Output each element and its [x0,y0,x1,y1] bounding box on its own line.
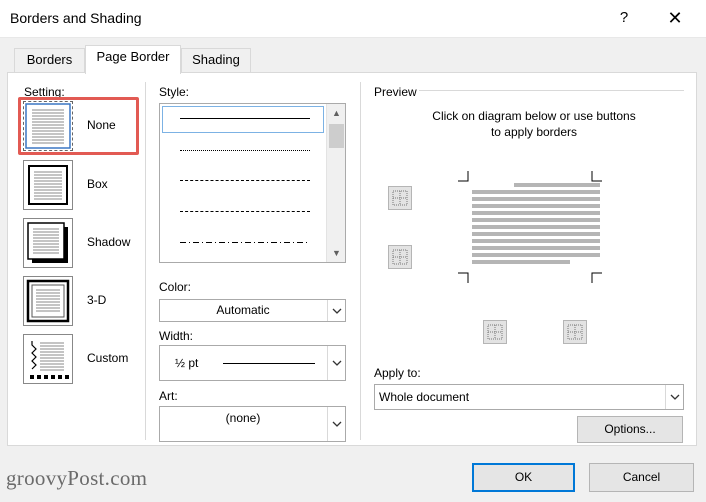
setting-3d-label: 3-D [87,293,107,307]
width-line-sample [223,363,315,364]
setting-custom[interactable]: Custom [23,334,133,386]
style-option-dotted[interactable] [180,150,310,151]
left-border-button[interactable] [483,320,507,344]
setting-shadow[interactable]: Shadow [23,218,133,270]
page-border-panel: Setting: None Box Shadow 3-D Custom Styl… [7,72,697,446]
tab-page-border-label: Page Border [96,49,170,64]
style-option-small-dashed[interactable] [180,180,310,181]
width-label: Width: [159,329,194,343]
top-border-icon [392,190,408,206]
setting-none[interactable]: None [23,101,133,153]
close-button[interactable]: ✕ [661,6,689,30]
art-label: Art: [159,389,178,403]
color-arrow[interactable] [327,300,345,321]
art-value: (none) [225,411,261,425]
scroll-up-icon[interactable]: ▲ [327,104,346,122]
right-border-button[interactable] [563,320,587,344]
top-border-button[interactable] [388,186,412,210]
scroll-down-icon[interactable]: ▼ [327,244,346,262]
preview-diagram[interactable] [456,167,604,287]
setting-box[interactable]: Box [23,160,133,212]
bottom-border-button[interactable] [388,245,412,269]
color-label: Color: [159,280,192,294]
none-setting-icon [23,101,73,151]
setting-3d[interactable]: 3-D [23,276,133,328]
style-listbox[interactable]: ▲ ▼ [159,103,346,263]
right-border-icon [567,324,583,340]
preview-instruction-1: Click on diagram below or use buttons [432,109,636,123]
art-dropdown[interactable]: (none) [159,406,346,442]
width-value: ½ pt [175,356,199,370]
setting-box-label: Box [87,177,108,191]
tab-shading-label: Shading [192,52,240,67]
apply-to-arrow[interactable] [665,385,683,409]
chevron-down-icon [332,360,342,366]
apply-to-label: Apply to: [374,366,421,380]
style-label: Style: [159,85,190,99]
style-option-dashed[interactable] [180,211,310,212]
setting-none-label: None [87,118,116,132]
preview-label: Preview [374,85,417,99]
tab-page-border[interactable]: Page Border [85,45,181,74]
shadow-setting-icon [23,218,73,268]
apply-to-value: Whole document [379,390,470,404]
custom-setting-icon [23,334,73,384]
box-setting-icon [23,160,73,210]
3d-setting-icon [23,276,73,326]
preview-instruction-2: to apply borders [490,125,578,139]
width-arrow[interactable] [327,346,345,380]
style-scrollbar[interactable]: ▲ ▼ [326,104,345,262]
chevron-down-icon [332,308,342,314]
setting-divider [145,82,146,440]
ok-button-label: OK [514,470,533,484]
style-divider [360,82,361,440]
window-title: Borders and Shading [10,10,142,26]
color-dropdown[interactable]: Automatic [159,299,346,322]
color-value: Automatic [216,303,270,317]
style-selection [162,106,324,133]
watermark: groovyPost.com [6,466,148,490]
title-bar: Borders and Shading ? ✕ [0,0,706,38]
chevron-down-icon [332,421,342,427]
setting-shadow-label: Shadow [87,235,131,249]
art-arrow[interactable] [327,407,345,441]
style-option-solid[interactable] [180,118,310,119]
help-button[interactable]: ? [612,6,636,30]
cancel-button[interactable]: Cancel [589,463,694,492]
width-dropdown[interactable]: ½ pt [159,345,346,381]
options-button-label: Options... [604,422,656,436]
tab-shading[interactable]: Shading [181,48,251,72]
tab-borders-label: Borders [26,52,73,67]
chevron-down-icon [670,394,680,400]
cancel-button-label: Cancel [622,470,661,484]
preview-rule [419,90,684,91]
tab-borders[interactable]: Borders [14,48,85,72]
scroll-thumb[interactable] [329,124,344,148]
setting-custom-label: Custom [87,351,129,365]
style-option-dash-dot[interactable] [180,242,310,243]
apply-to-dropdown[interactable]: Whole document [374,384,684,410]
left-border-icon [487,324,503,340]
bottom-border-icon [392,249,408,265]
options-button[interactable]: Options... [577,416,683,443]
ok-button[interactable]: OK [472,463,575,492]
